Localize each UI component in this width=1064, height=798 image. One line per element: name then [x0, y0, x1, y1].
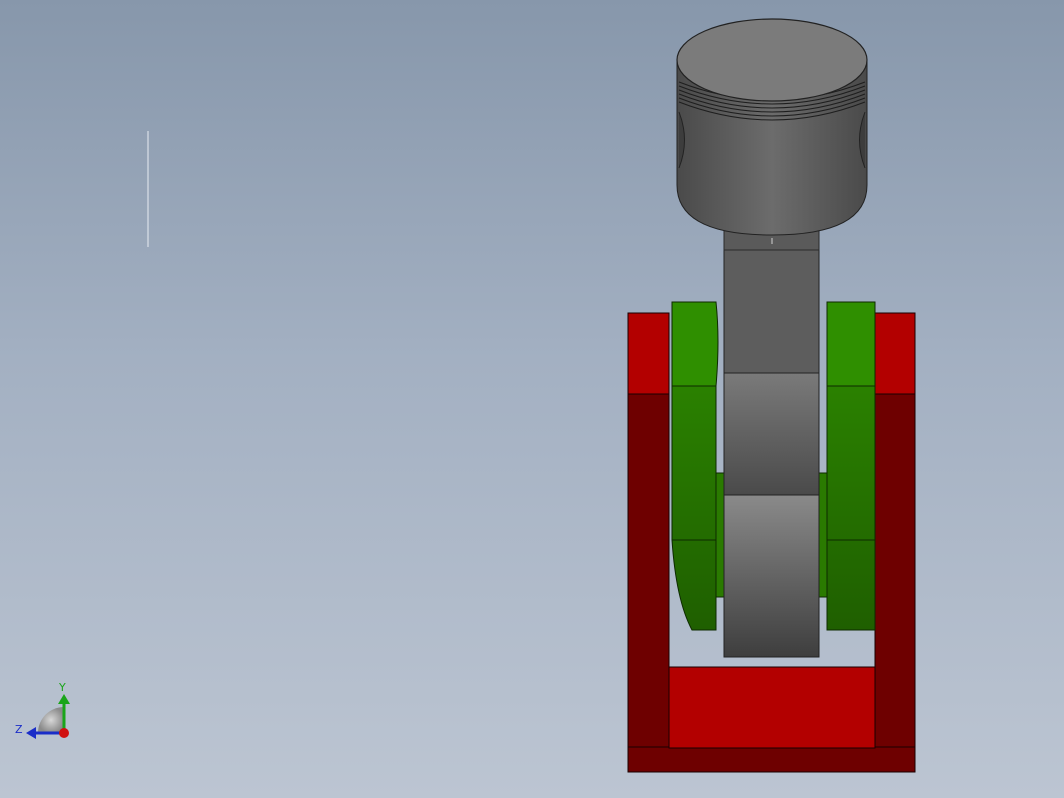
triad-z-arrow-icon [26, 727, 36, 739]
rod-shank[interactable] [723, 247, 820, 374]
connecting-rod-part[interactable] [723, 247, 820, 658]
triad-x-axis-dot [59, 728, 69, 738]
piston-crown[interactable] [676, 18, 868, 102]
crank-web-left-top[interactable] [671, 301, 719, 387]
crank-pin-right[interactable] [818, 472, 828, 598]
rod-big-end-upper[interactable] [723, 372, 820, 496]
piston-part[interactable] [676, 18, 868, 251]
triad-y-label: Y [58, 681, 66, 694]
frame-right-top[interactable] [874, 312, 916, 395]
frame-left-top[interactable] [627, 312, 670, 395]
frame-right-wall[interactable] [874, 393, 916, 773]
model-view[interactable]: Y Z [0, 0, 1064, 798]
crank-pin-left[interactable] [715, 472, 725, 598]
frame-base-top[interactable] [668, 666, 876, 749]
triad-disc [38, 707, 64, 733]
rod-big-end-cap[interactable] [723, 494, 820, 658]
crank-web-right-top[interactable] [826, 301, 876, 387]
frame-base[interactable] [627, 746, 916, 773]
triad-z-label: Z [15, 723, 23, 736]
graphics-viewport[interactable]: Y Z [0, 0, 1064, 798]
triad-y-arrow-icon [58, 694, 70, 704]
frame-left-wall[interactable] [627, 393, 670, 773]
view-triad[interactable]: Y Z [15, 681, 70, 739]
